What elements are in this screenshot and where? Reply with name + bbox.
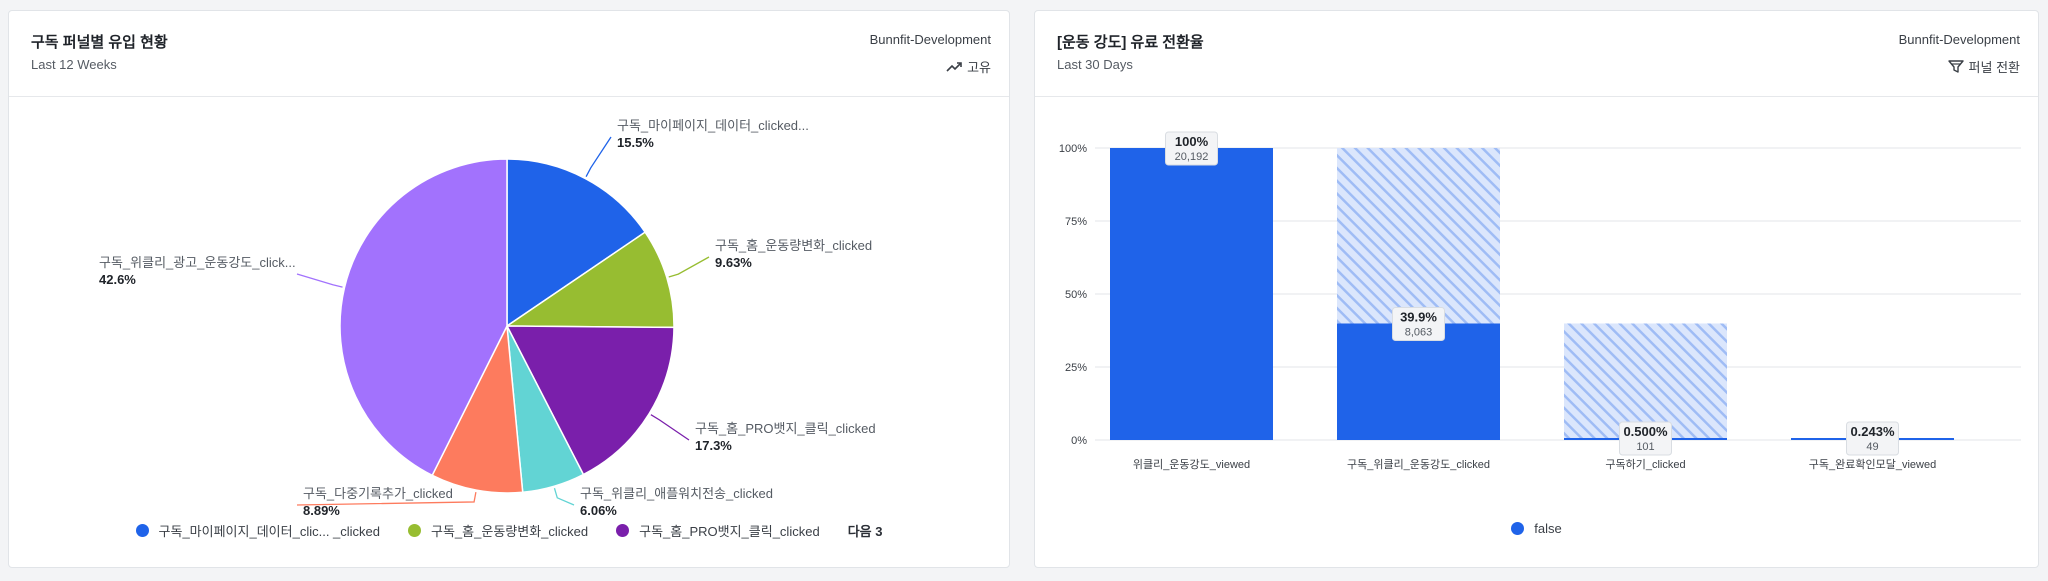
legend-dot [408, 524, 422, 537]
metric-type: 고유 [946, 57, 991, 76]
funnel-icon [1947, 60, 1964, 73]
count-label: 20,192 [1175, 151, 1209, 163]
trend-line-icon [946, 61, 962, 73]
bar-chart-area: 0% 25% 50% 75% 100% 100% 20,192 위클리_운동강도_viewed… [1035, 97, 2038, 567]
y-tick-label: 0% [1071, 435, 1087, 447]
legend-more-button[interactable]: 다음 3 [848, 521, 883, 540]
x-category-label: 구독하기_clicked [1605, 457, 1685, 471]
funnel-inflow-card: 구독 퍼널별 유입 현황 Last 12 Weeks Bunnfit-Devel… [8, 10, 1010, 568]
slice-label: 구독_홈_PRO뱃지_클릭_clicked [695, 421, 876, 436]
chart-title[interactable]: [운동 강도] 유료 전환율 [1057, 31, 1204, 52]
bar-legend: false [1035, 521, 2038, 536]
legend-dot [135, 524, 149, 537]
slice-percent: 6.06% [580, 503, 617, 517]
value-label: 0.243% [1850, 424, 1895, 439]
slice-label: 구독_마이페이지_데이터_clicked... [617, 118, 809, 133]
conversion-card: [운동 강도] 유료 전환율 Last 30 Days Bunnfit-Deve… [1034, 10, 2039, 568]
date-range: Last 12 Weeks [31, 57, 117, 72]
legend-item[interactable]: 구독_홈_PRO뱃지_클릭_clicked [616, 521, 820, 540]
slice-percent: 9.63% [715, 255, 752, 270]
card-header: 구독 퍼널별 유입 현황 Last 12 Weeks Bunnfit-Devel… [9, 11, 1009, 97]
y-tick-label: 25% [1065, 362, 1087, 374]
legend-label: 구독_홈_PRO뱃지_클릭_clicked [639, 524, 820, 539]
workspace-name: Bunnfit-Development [869, 32, 991, 47]
legend-label: 구독_마이페이지_데이터_clic... _clicked [158, 524, 381, 539]
y-tick-label: 75% [1065, 216, 1087, 228]
legend-dot [616, 524, 630, 537]
slice-percent: 17.3% [695, 438, 732, 453]
value-label: 100% [1175, 134, 1209, 149]
leader-line [296, 273, 343, 288]
value-label: 39.9% [1400, 309, 1437, 324]
leader-line [585, 136, 612, 177]
y-tick-label: 50% [1065, 289, 1087, 301]
slice-percent: 42.6% [99, 272, 136, 287]
workspace-name: Bunnfit-Development [1898, 32, 2020, 47]
y-tick-label: 100% [1059, 143, 1087, 155]
leader-line [668, 256, 710, 278]
x-category-label: 구독_완료확인모달_viewed [1809, 458, 1936, 471]
legend-dot [1511, 522, 1525, 535]
count-label: 49 [1866, 441, 1878, 453]
count-label: 8,063 [1405, 326, 1433, 338]
slice-percent: 8.89% [303, 503, 340, 517]
x-category-label: 위클리_운동강도_viewed [1133, 458, 1250, 471]
slice-percent: 15.5% [617, 135, 654, 150]
date-range: Last 30 Days [1057, 57, 1133, 72]
metric-label: 퍼널 전환 [1968, 60, 2020, 75]
x-category-label: 구독_위클리_운동강도_clicked [1347, 458, 1490, 471]
funnel-bar[interactable] [1110, 148, 1273, 440]
value-label: 0.500% [1623, 424, 1668, 439]
dropoff-area [1337, 148, 1500, 324]
card-header: [운동 강도] 유료 전환율 Last 30 Days Bunnfit-Deve… [1035, 11, 2038, 97]
dropoff-area [1564, 323, 1727, 439]
chart-title[interactable]: 구독 퍼널별 유입 현황 [31, 31, 168, 52]
leader-line [553, 488, 575, 506]
metric-label: 고유 [967, 60, 991, 75]
count-label: 101 [1636, 441, 1654, 453]
pie-chart-area: 구독_마이페이지_데이터_clicked... 15.5% 구독_홈_운동량변화_c… [9, 97, 1009, 567]
pie-legend: 구독_마이페이지_데이터_clic... _clicked 구독_홈_운동량변화… [9, 521, 1009, 540]
slice-label: 구독_위클리_애플워치전송_clicked [580, 486, 773, 501]
legend-item[interactable]: 구독_마이페이지_데이터_clic... _clicked [135, 521, 381, 540]
legend-item[interactable]: 구독_홈_운동량변화_clicked [408, 521, 588, 540]
funnel-bar-chart: 0% 25% 50% 75% 100% 100% 20,192 위클리_운동강도_viewed… [1059, 131, 2021, 471]
metric-type: 퍼널 전환 [1947, 57, 2020, 76]
leader-line [650, 414, 690, 441]
legend-label: 구독_홈_운동량변화_clicked [431, 524, 589, 539]
slice-label: 구독_홈_운동량변화_clicked [715, 238, 872, 253]
slice-label: 구독_위클리_광고_운동강도_click... [99, 255, 296, 270]
slice-label: 구독_다중기록추가_clicked [303, 486, 453, 501]
pie-chart: 구독_마이페이지_데이터_clicked... 15.5% 구독_홈_운동량변화_c… [99, 118, 876, 518]
legend-label[interactable]: false [1534, 521, 1561, 536]
